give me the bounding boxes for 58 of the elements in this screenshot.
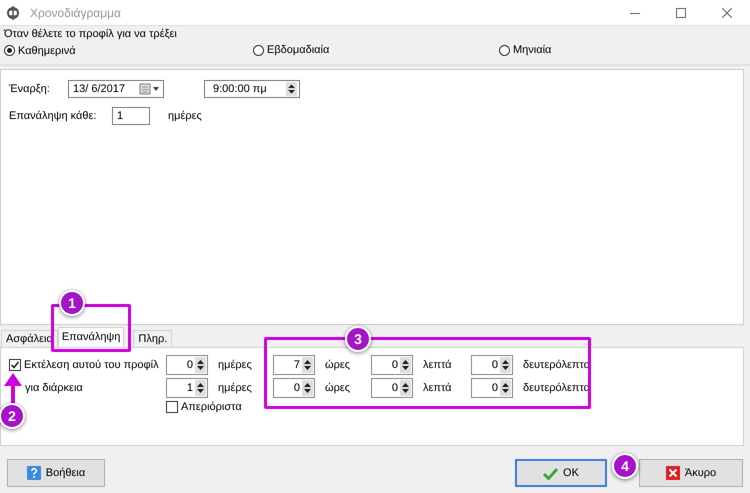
- group-label: Όταν θέλετε το προφίλ για να τρέξει: [4, 28, 177, 40]
- number-spinner[interactable]: 0: [471, 355, 513, 375]
- spin-arrows-icon: [302, 380, 313, 396]
- unit-label: δευτερόλεπτα: [523, 359, 590, 371]
- calendar-dropdown-icon: [139, 83, 161, 95]
- spin-arrows-icon: [400, 380, 411, 396]
- unit-label: ώρες: [325, 359, 350, 371]
- radio-option[interactable]: Μηνιαία: [499, 44, 552, 56]
- number-spinner[interactable]: 0: [273, 378, 315, 398]
- spin-arrows-icon: [500, 380, 511, 396]
- unit-label: δευτερόλεπτα: [523, 382, 590, 394]
- radio-option[interactable]: Καθημερινά: [4, 44, 76, 56]
- close-icon: [666, 466, 680, 480]
- tab[interactable]: Επανάληψη: [58, 327, 124, 347]
- checkmark-icon: [10, 360, 20, 370]
- field-label: Επανάληψη κάθε:: [9, 110, 98, 122]
- spin-arrows-icon: [195, 380, 206, 396]
- spin-arrows-icon: [400, 357, 411, 373]
- ok-button[interactable]: OK: [515, 459, 607, 487]
- close-icon: [722, 8, 732, 18]
- number-spinner[interactable]: 1: [166, 378, 208, 398]
- field-label: για διάρκεια: [25, 382, 83, 394]
- checkbox[interactable]: [9, 359, 21, 371]
- spin-arrows-icon: [500, 357, 511, 373]
- unit-label: ημέρες: [218, 359, 252, 371]
- checkbox-label: Απεριόριστα: [181, 401, 242, 413]
- number-spinner[interactable]: 0: [371, 378, 413, 398]
- field-label: Έναρξη:: [9, 83, 51, 95]
- unit-label: ώρες: [325, 382, 350, 394]
- spin-arrows-icon: [302, 357, 313, 373]
- unit-label: λεπτά: [423, 359, 452, 371]
- tab[interactable]: Ασφάλεια: [1, 330, 58, 347]
- tab[interactable]: Πληρ.: [133, 330, 172, 347]
- arrow: [3, 373, 23, 404]
- maximize-icon: [676, 8, 686, 18]
- checkbox-label: Εκτέλεση αυτού του προφίλ: [24, 359, 159, 371]
- number-spinner[interactable]: 0: [166, 355, 208, 375]
- unit-label: λεπτά: [423, 382, 452, 394]
- help-icon: [26, 466, 41, 480]
- window-title: Χρονοδιάγραμμα: [30, 6, 121, 20]
- date-picker[interactable]: 13/ 6/2017: [68, 80, 164, 98]
- app-icon: [6, 6, 20, 20]
- spin-arrows-icon: [286, 82, 297, 96]
- number-spinner[interactable]: 0: [471, 378, 513, 398]
- step-badge: 4: [612, 453, 638, 479]
- unit-label: ημέρες: [168, 110, 202, 122]
- spin-arrows-icon: [195, 357, 206, 373]
- help-button[interactable]: Βοήθεια: [7, 459, 105, 487]
- checkbox[interactable]: [166, 401, 178, 413]
- radio-option[interactable]: Εβδομαδιαία: [253, 44, 330, 56]
- number-spinner[interactable]: 0: [371, 355, 413, 375]
- step-badge: 3: [345, 326, 371, 352]
- number-field[interactable]: 1: [112, 107, 150, 125]
- unit-label: ημέρες: [218, 382, 252, 394]
- cancel-button[interactable]: Άκυρο: [639, 459, 743, 487]
- time-spinner[interactable]: 9:00:00 πμ: [204, 80, 300, 98]
- number-spinner[interactable]: 7: [273, 355, 315, 375]
- checkmark-icon: [543, 466, 558, 480]
